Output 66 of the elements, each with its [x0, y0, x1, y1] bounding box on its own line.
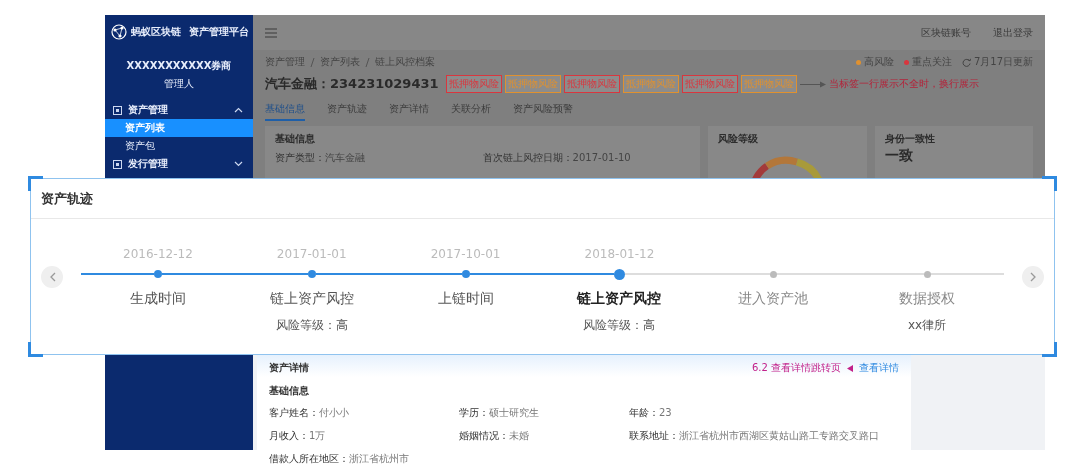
info-field: 资产类型：汽车金融 [275, 151, 483, 165]
risk-tag: 抵押物风险 [740, 75, 797, 93]
info-field: 学历：硕士研究生 [459, 406, 629, 420]
menu-group[interactable]: 发行管理 [128, 157, 228, 171]
chevron-icon [48, 272, 56, 282]
step-label: 链上资产风控 [269, 290, 354, 308]
info-field: 婚姻情况：未婚 [459, 429, 629, 443]
brand-name: 蚂蚁区块链 [131, 25, 181, 39]
network-logo-icon [111, 24, 127, 40]
step-note: 风险等级：高 [275, 317, 348, 334]
account-name: XXXXXXXXXXX券商 [126, 59, 232, 73]
chevron-icon [1029, 272, 1037, 282]
annotation-note: 6.2 查看详情跳转页 [751, 361, 841, 375]
corner-mark [28, 342, 43, 357]
account-role: 管理人 [164, 77, 194, 91]
previous-button[interactable] [41, 266, 63, 288]
info-field: 月收入：1万 [269, 429, 459, 443]
risk-tag: 抵押物风险 [563, 75, 620, 93]
tab[interactable]: 基础信息 [265, 102, 305, 121]
corner-mark [1042, 176, 1057, 191]
arrow-icon [799, 80, 826, 88]
risk-tag: 抵押物风险 [445, 75, 502, 93]
menu-item[interactable]: 资产包 [105, 137, 253, 155]
module-icon [113, 105, 122, 115]
step-label: 进入资产池 [738, 290, 809, 308]
corner-mark [1042, 342, 1057, 357]
step-date: 2018-01-12 [584, 246, 655, 262]
details-link[interactable]: 查看详情 [859, 361, 899, 375]
step-note: 风险等级：高 [583, 317, 656, 334]
card-title: 基础信息 [275, 132, 316, 146]
step-label: 生成时间 [129, 290, 186, 308]
step-label: 链上资产风控 [577, 290, 662, 308]
step-label: 数据授权 [899, 290, 956, 308]
step-label: 上链时间 [437, 290, 494, 308]
card-title: 资产详情 [269, 361, 310, 375]
corner-mark [28, 176, 43, 191]
card-title: 身份一致性 [884, 132, 936, 146]
header-link[interactable]: 退出登录 [993, 25, 1033, 40]
module-icon [113, 159, 122, 169]
info-field: 借款人所在地区：浙江省杭州市 [269, 452, 459, 466]
header-link[interactable]: 区块链账号 [921, 25, 971, 40]
menu-item[interactable]: 资产列表 [105, 119, 253, 137]
annotation-note: 当标签一行展示不全时，换行展示 [828, 77, 979, 91]
asset-title: 汽车金融：234231029431 [265, 75, 439, 93]
info-field: 客户姓名：付小小 [269, 406, 459, 420]
step-date: 2017-10-01 [430, 246, 501, 262]
product-name: 资产管理平台 [189, 25, 249, 39]
pointer-icon [847, 364, 853, 372]
step-note: xx律所 [907, 317, 947, 334]
panel-title: 资产轨迹 [41, 189, 93, 208]
identity-value: 一致 [884, 147, 914, 164]
risk-tag: 抵押物风险 [504, 75, 561, 93]
step-date: 2017-01-01 [276, 246, 347, 262]
section-title: 基础信息 [269, 384, 310, 398]
info-field: 联系地址：浙江省杭州市西湖区黄姑山路工专路交叉路口 [629, 429, 899, 443]
risk-tag: 抵押物风险 [681, 75, 738, 93]
refresh-icon[interactable] [961, 57, 971, 67]
info-field: 年龄：23 [629, 406, 899, 420]
separator-icon [365, 57, 370, 67]
step-date: 2016-12-12 [123, 246, 193, 262]
menu-icon[interactable] [265, 27, 277, 38]
separator-icon [310, 57, 315, 67]
menu-group[interactable]: 资产管理 [128, 103, 228, 117]
next-button[interactable] [1022, 266, 1044, 288]
risk-tag: 抵押物风险 [622, 75, 679, 93]
card-title: 风险等级 [718, 132, 760, 146]
